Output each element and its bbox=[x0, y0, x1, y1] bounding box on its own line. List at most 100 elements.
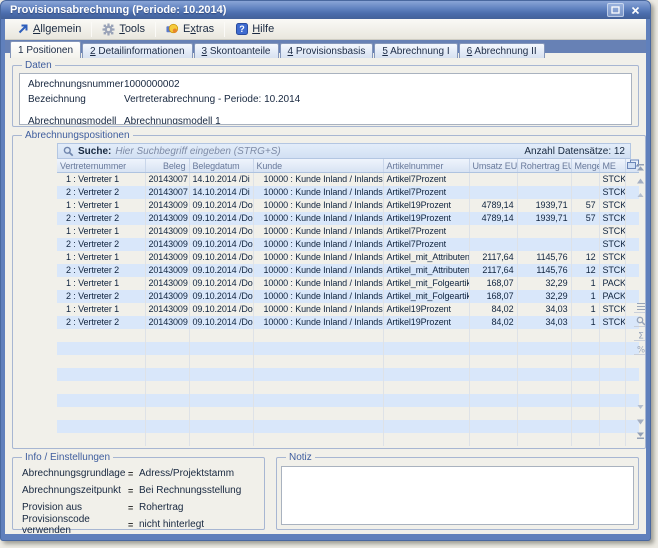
cell-umsatz-eur bbox=[469, 238, 517, 251]
column-header-me[interactable]: ME bbox=[599, 159, 625, 173]
table-row[interactable]: 2 : Vertreter 22014300909.10.2014 /Do100… bbox=[57, 212, 639, 225]
cell-umsatz-eur bbox=[469, 173, 517, 187]
cell-rohertrag-eur bbox=[517, 186, 571, 199]
scroll-up-icon[interactable] bbox=[634, 175, 646, 187]
cell-menge: 1 bbox=[571, 290, 599, 303]
cell-vertreternummer bbox=[57, 433, 145, 446]
restore-button[interactable] bbox=[607, 3, 624, 17]
equals-bullet-icon: = bbox=[128, 520, 139, 530]
cell-vertreternummer: 2 : Vertreter 2 bbox=[57, 238, 145, 251]
column-header-kunde[interactable]: Kunde bbox=[253, 159, 383, 173]
column-header-vertreternummer[interactable]: Vertreternummer bbox=[57, 159, 145, 173]
toolbar-button-hilfe[interactable]: ?Hilfe bbox=[228, 20, 281, 39]
table-row[interactable]: 1 : Vertreter 12014300909.10.2014 /Do100… bbox=[57, 199, 639, 212]
cell-artikelnummer: Artikel7Prozent bbox=[383, 225, 469, 238]
cell-kunde bbox=[253, 355, 383, 368]
column-header-umsatz-eur[interactable]: Umsatz EUR bbox=[469, 159, 517, 173]
tab-2-detailinformationen[interactable]: 2 Detailinformationen bbox=[82, 43, 193, 58]
scroll-bottom-icon[interactable] bbox=[634, 429, 646, 441]
help-icon: ? bbox=[235, 23, 248, 36]
view-rows-icon[interactable] bbox=[634, 301, 646, 313]
tab-5-abrechnung-i[interactable]: 5 Abrechnung I bbox=[374, 43, 457, 58]
cell-kunde: 10000 : Kunde Inland / Inlandsort bbox=[253, 251, 383, 264]
tab-3-skontoanteile[interactable]: 3 Skontoanteile bbox=[194, 43, 279, 58]
column-header-menge[interactable]: Menge bbox=[571, 159, 599, 173]
cell-beleg: 20143007 bbox=[145, 173, 189, 187]
cell-artikelnummer bbox=[383, 355, 469, 368]
scroll-top-icon[interactable] bbox=[634, 161, 646, 173]
empty-row bbox=[57, 329, 639, 342]
cell-me: STCK bbox=[599, 225, 625, 238]
table-row[interactable]: 1 : Vertreter 12014300909.10.2014 /Do100… bbox=[57, 251, 639, 264]
magnifier-icon[interactable] bbox=[634, 315, 646, 327]
info-fieldset: Info / Einstellungen Abrechnungsgrundlag… bbox=[12, 452, 265, 530]
table-row[interactable]: 2 : Vertreter 22014300909.10.2014 /Do100… bbox=[57, 316, 639, 329]
table-row[interactable]: 2 : Vertreter 22014300909.10.2014 /Do100… bbox=[57, 238, 639, 251]
table-row[interactable]: 2 : Vertreter 22014300714.10.2014 /Di100… bbox=[57, 186, 639, 199]
info-row-abrechnungsgrundlage: Abrechnungsgrundlage=Adress/Projektstamm bbox=[19, 465, 258, 482]
cell-beleg: 20143009 bbox=[145, 199, 189, 212]
cell-vertreternummer: 1 : Vertreter 1 bbox=[57, 199, 145, 212]
table-row[interactable]: 1 : Vertreter 12014300909.10.2014 /Do100… bbox=[57, 277, 639, 290]
cell-belegdatum: 14.10.2014 /Di bbox=[189, 186, 253, 199]
scroll-down-icon[interactable] bbox=[634, 415, 646, 427]
sum-icon[interactable]: Σ bbox=[634, 329, 646, 341]
scroll-down-line-icon[interactable] bbox=[634, 401, 646, 413]
percent-icon[interactable]: % bbox=[634, 343, 646, 355]
cell-kunde: 10000 : Kunde Inland / Inlandsort bbox=[253, 303, 383, 316]
cell-menge bbox=[571, 238, 599, 251]
equals-bullet-icon: = bbox=[128, 486, 139, 496]
cell-artikelnummer bbox=[383, 433, 469, 446]
cell-belegdatum bbox=[189, 381, 253, 394]
info-row-provisionscode-verwenden: Provisionscode verwenden=nicht hinterleg… bbox=[19, 516, 258, 533]
close-button[interactable] bbox=[627, 3, 644, 17]
titlebar: Provisionsabrechnung (Periode: 10.2014) bbox=[1, 1, 650, 19]
cell-menge bbox=[571, 368, 599, 381]
cell-artikelnummer: Artikel_mit_Folgeartikel bbox=[383, 290, 469, 303]
table-row[interactable]: 1 : Vertreter 12014300909.10.2014 /Do100… bbox=[57, 225, 639, 238]
table-row[interactable]: 1 : Vertreter 12014300909.10.2014 /Do100… bbox=[57, 303, 639, 316]
cell-vertreternummer: 2 : Vertreter 2 bbox=[57, 264, 145, 277]
cell-kunde: 10000 : Kunde Inland / Inlandsort bbox=[253, 238, 383, 251]
table-row[interactable]: 1 : Vertreter 12014300714.10.2014 /Di100… bbox=[57, 173, 639, 187]
cell-umsatz-eur bbox=[469, 329, 517, 342]
toolbar-separator bbox=[155, 22, 156, 37]
cell-umsatz-eur: 84,02 bbox=[469, 303, 517, 316]
column-header-belegdatum[interactable]: Belegdatum bbox=[189, 159, 253, 173]
daten-legend: Daten bbox=[22, 60, 55, 71]
toolbar-button-allgemein[interactable]: Allgemein bbox=[9, 20, 88, 39]
column-header-artikelnummer[interactable]: Artikelnummer bbox=[383, 159, 469, 173]
cell-rohertrag-eur bbox=[517, 394, 571, 407]
tab-6-abrechnung-ii[interactable]: 6 Abrechnung II bbox=[459, 43, 545, 58]
notiz-fieldset: Notiz bbox=[276, 452, 639, 530]
cell-rohertrag-eur bbox=[517, 342, 571, 355]
cell-artikelnummer bbox=[383, 394, 469, 407]
cell-menge bbox=[571, 433, 599, 446]
info-legend: Info / Einstellungen bbox=[22, 452, 113, 463]
cell-me bbox=[599, 433, 625, 446]
scroll-up-line-icon[interactable] bbox=[634, 189, 646, 201]
cell-beleg: 20143009 bbox=[145, 264, 189, 277]
cell-me: STCK bbox=[599, 173, 625, 187]
toolbar-button-extras[interactable]: Extras bbox=[159, 20, 221, 39]
cell-belegdatum bbox=[189, 329, 253, 342]
cell-me bbox=[599, 329, 625, 342]
column-header-rohertrag-eur[interactable]: Rohertrag EUR bbox=[517, 159, 571, 173]
tab-4-provisionsbasis[interactable]: 4 Provisionsbasis bbox=[280, 43, 374, 58]
cell-rohertrag-eur: 34,03 bbox=[517, 316, 571, 329]
cell-umsatz-eur bbox=[469, 368, 517, 381]
toolbar-button-tools[interactable]: Tools bbox=[95, 20, 152, 39]
column-header-beleg[interactable]: Beleg bbox=[145, 159, 189, 173]
tab-1-positionen[interactable]: 1 Positionen bbox=[10, 41, 81, 58]
table-row[interactable]: 2 : Vertreter 22014300909.10.2014 /Do100… bbox=[57, 264, 639, 277]
cell-belegdatum: 09.10.2014 /Do bbox=[189, 316, 253, 329]
cell-rohertrag-eur bbox=[517, 381, 571, 394]
table-row[interactable]: 2 : Vertreter 22014300909.10.2014 /Do100… bbox=[57, 290, 639, 303]
cell-beleg bbox=[145, 420, 189, 433]
search-input[interactable]: Hier Suchbegriff eingeben (STRG+S) bbox=[115, 146, 520, 157]
notiz-textarea[interactable] bbox=[281, 466, 634, 525]
cell-artikelnummer: Artikel19Prozent bbox=[383, 212, 469, 225]
empty-row bbox=[57, 368, 639, 381]
positions-table: VertreternummerBelegBelegdatumKundeArtik… bbox=[57, 159, 639, 446]
cell-belegdatum: 09.10.2014 /Do bbox=[189, 251, 253, 264]
